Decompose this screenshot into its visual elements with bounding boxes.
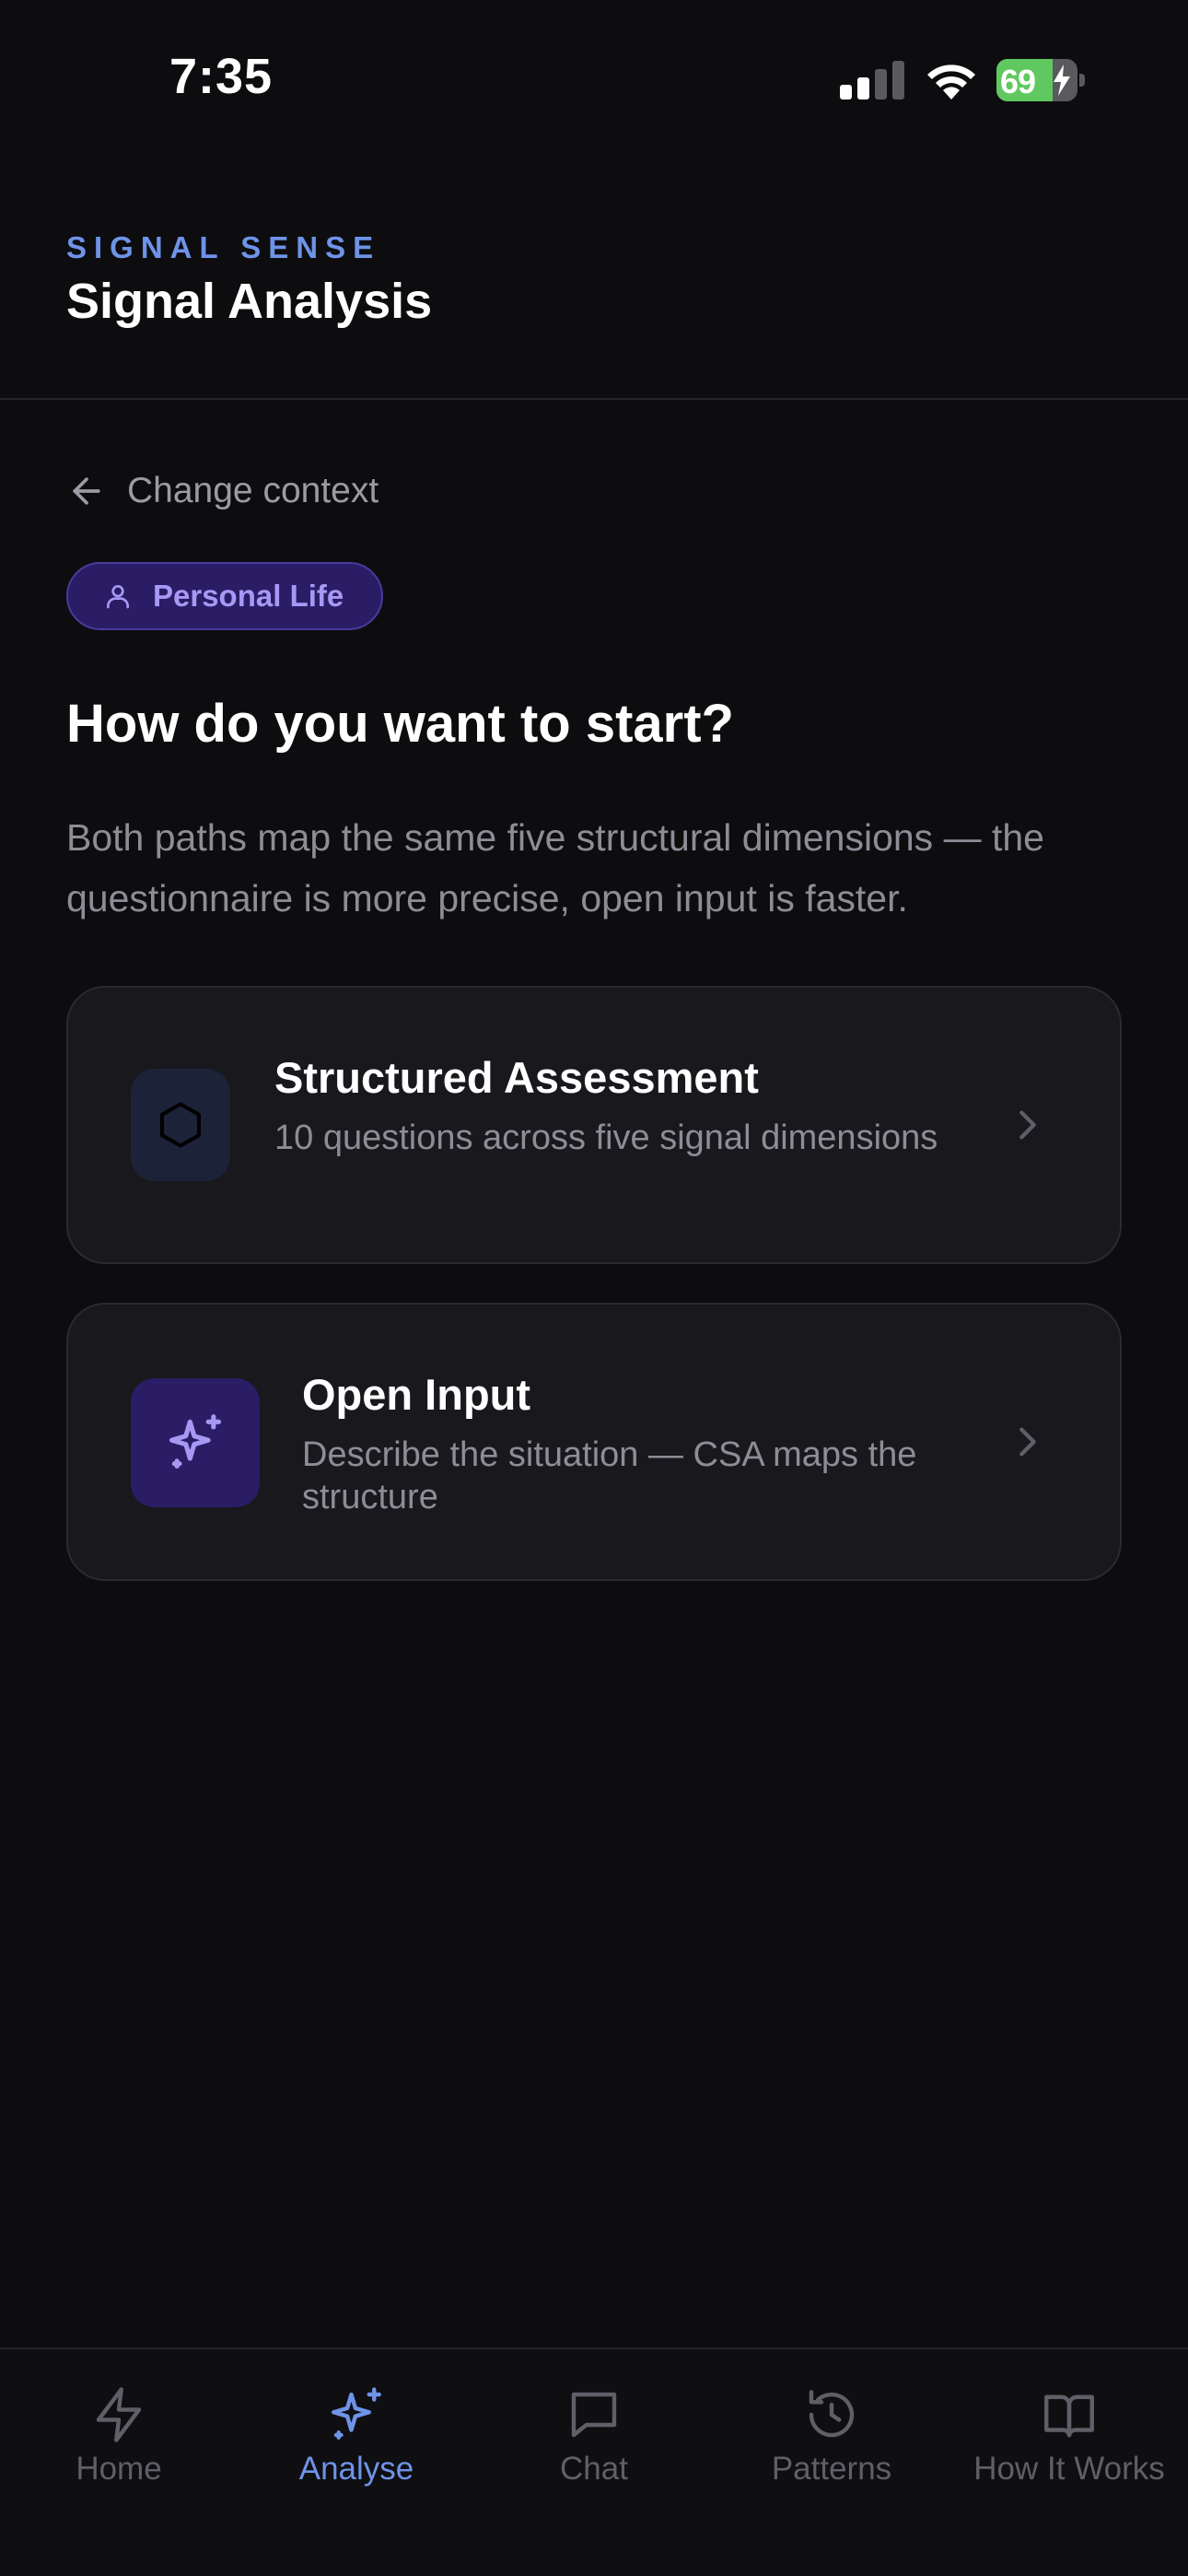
structured-icon-box <box>131 1069 230 1181</box>
open-input-icon-box <box>131 1378 260 1507</box>
change-context-button[interactable]: Change context <box>66 465 379 517</box>
chevron-right-icon <box>1019 1110 1036 1140</box>
start-description: Both paths map the same five structural … <box>66 816 1044 919</box>
structured-assessment-subtitle: 10 questions across five signal dimensio… <box>274 1118 938 1157</box>
context-chip: Personal Life <box>66 562 383 630</box>
battery-icon: 69 <box>996 59 1085 101</box>
tab-chat-label: Chat <box>560 2451 628 2487</box>
tab-home-label: Home <box>76 2451 162 2487</box>
structured-assessment-title: Structured Assessment <box>274 1053 759 1102</box>
header-divider <box>0 398 1188 400</box>
tab-patterns-label: Patterns <box>771 2451 892 2487</box>
sparkles-icon <box>332 2387 381 2440</box>
tab-home[interactable]: Home <box>0 2384 238 2504</box>
arrow-left-icon <box>73 477 100 505</box>
screen: 7:35 69 SIGNAL SENSE Signal Analysis Cha… <box>0 0 1188 2576</box>
tab-how-it-works[interactable]: How It Works <box>950 2384 1188 2504</box>
tab-chat[interactable]: Chat <box>475 2384 713 2504</box>
tab-how-it-works-label: How It Works <box>973 2451 1165 2487</box>
open-input-card[interactable]: Open Input Describe the situation — CSA … <box>66 1303 1122 1581</box>
structured-assessment-card[interactable]: Structured Assessment 10 questions acros… <box>66 986 1122 1264</box>
tab-patterns[interactable]: Patterns <box>713 2384 950 2504</box>
start-question: How do you want to start? <box>66 694 734 754</box>
context-chip-label: Personal Life <box>153 579 344 613</box>
chat-bubble-icon <box>571 2392 617 2438</box>
wifi-icon <box>927 64 975 100</box>
book-icon <box>1044 2395 1094 2438</box>
cellular-signal-icon <box>840 61 904 100</box>
page-title: Signal Analysis <box>66 274 433 329</box>
chevron-right-icon <box>1019 1427 1036 1457</box>
open-input-title: Open Input <box>302 1370 531 1419</box>
app-eyebrow: SIGNAL SENSE <box>66 230 381 264</box>
battery-percent: 69 <box>1000 63 1036 100</box>
status-bar: 7:35 69 <box>0 0 1188 157</box>
change-context-label: Change context <box>127 471 379 510</box>
lightning-icon <box>96 2387 142 2442</box>
open-input-subtitle: Describe the situation — CSA maps the st… <box>302 1435 917 1516</box>
status-time: 7:35 <box>169 49 274 104</box>
person-icon <box>107 585 129 609</box>
tab-bar: Home Analyse Chat Patterns How It Works <box>0 2348 1188 2576</box>
history-icon <box>809 2390 855 2438</box>
tab-analyse[interactable]: Analyse <box>238 2384 475 2504</box>
hexagon-icon <box>160 1102 201 1148</box>
tab-analyse-label: Analyse <box>298 2451 414 2487</box>
charging-bolt-icon <box>1054 64 1070 96</box>
sparkles-icon <box>169 1414 222 1469</box>
